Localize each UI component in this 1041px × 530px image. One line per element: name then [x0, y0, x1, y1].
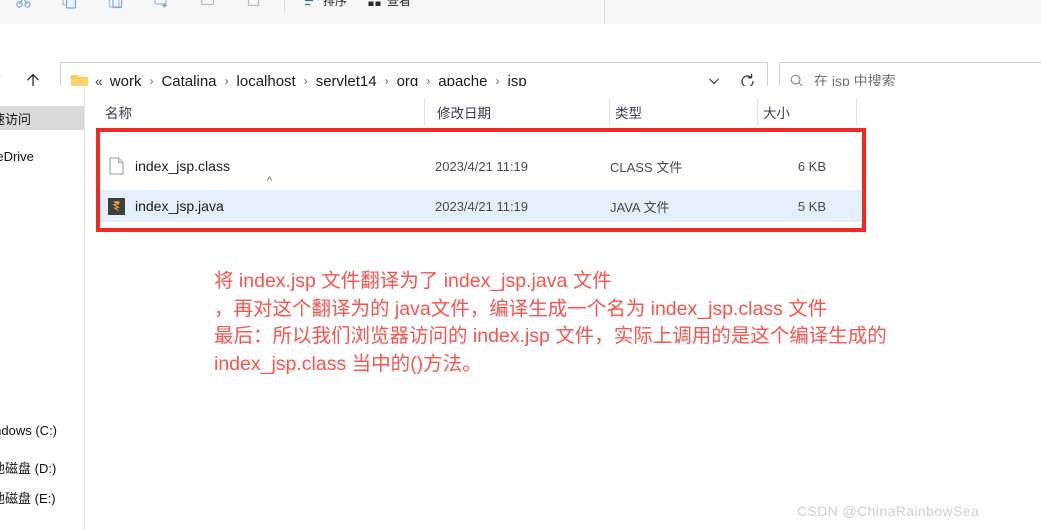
toolbar-right-divider — [604, 0, 605, 24]
toolbar-divider — [284, 0, 285, 13]
paste-icon[interactable] — [92, 0, 138, 15]
address-bar-row: « work › Catalina › localhost › servlet1… — [0, 24, 1041, 100]
column-divider[interactable] — [424, 98, 425, 126]
view-button[interactable]: 查看 — [357, 0, 421, 15]
sort-button[interactable]: 排序 — [293, 0, 357, 15]
sort-label: 排序 — [323, 0, 348, 8]
sidebar-item-label: 快速访问 — [0, 111, 32, 127]
sidebar-item-quick-access[interactable]: 快速访问 — [0, 106, 84, 130]
sidebar-item-label: 本地磁盘 (E:) — [0, 490, 56, 506]
column-header-type[interactable]: 类型 — [615, 102, 642, 122]
sidebar-item-disk-e[interactable]: 本地磁盘 (E:) — [0, 485, 84, 509]
share-icon[interactable] — [184, 0, 230, 15]
cut-icon[interactable] — [0, 0, 46, 15]
file-date: 2023/4/21 11:19 — [435, 198, 529, 214]
java-file-icon — [107, 196, 125, 216]
annotation-line-3: 最后：所以我们浏览器访问的 index.jsp 文件，实际上调用的是这个编译生成… — [214, 325, 887, 347]
sidebar-item-onedrive[interactable]: OneDrive — [0, 144, 84, 168]
delete-icon[interactable] — [230, 0, 276, 15]
column-header-size[interactable]: 大小 — [763, 102, 790, 122]
file-date: 2023/4/21 11:19 — [435, 158, 529, 174]
column-header-row: 名称 修改日期 类型 大小 — [85, 96, 1041, 128]
navigation-pane: 快速访问 OneDrive Windows (C:) 本地磁盘 (D:) — [0, 86, 85, 530]
rename-icon[interactable] — [138, 0, 184, 15]
annotation-text: 将 index.jsp 文件翻译为了 index_jsp.java 文件 ，再对… — [214, 268, 1034, 378]
file-name: index_jsp.java — [135, 198, 224, 214]
annotation-line-1: 将 index.jsp 文件翻译为了 index_jsp.java 文件 — [214, 270, 612, 292]
file-size: 6 KB — [797, 158, 826, 174]
watermark: CSDN @ChinaRainbowSea — [797, 503, 980, 519]
column-header-date[interactable]: 修改日期 — [437, 102, 491, 122]
sidebar-item-label: 本地磁盘 (D:) — [0, 460, 57, 476]
file-name: index_jsp.class — [135, 158, 230, 174]
column-divider[interactable] — [856, 98, 857, 126]
annotation-line-2: ，再对这个翻译为的 java文件，编译生成一个名为 index_jsp.clas… — [214, 297, 828, 320]
file-blank-icon — [107, 156, 125, 176]
table-row[interactable]: index_jsp.class 2023/4/21 11:19 CLASS 文件… — [98, 150, 865, 182]
copy-icon[interactable] — [46, 0, 92, 15]
column-header-name[interactable]: 名称 — [105, 102, 132, 122]
toolbar-strip: 排序 查看 — [0, 0, 1041, 25]
sidebar-item-windows-c[interactable]: Windows (C:) — [0, 418, 84, 442]
table-row[interactable]: index_jsp.java 2023/4/21 11:19 JAVA 文件 5… — [98, 190, 865, 222]
view-label: 查看 — [387, 0, 412, 8]
sidebar-item-label: Windows (C:) — [0, 422, 58, 438]
annotation-line-4: index_jsp.class 当中的()方法。 — [214, 352, 482, 375]
column-divider[interactable] — [757, 98, 758, 126]
column-divider[interactable] — [609, 98, 610, 126]
toolbar-buttons: 排序 查看 — [0, 0, 421, 16]
file-size: 5 KB — [797, 198, 826, 214]
sidebar-item-label: OneDrive — [0, 148, 34, 164]
file-type: JAVA 文件 — [610, 199, 670, 215]
file-type: CLASS 文件 — [610, 159, 683, 175]
sidebar-item-disk-d[interactable]: 本地磁盘 (D:) — [0, 455, 84, 479]
